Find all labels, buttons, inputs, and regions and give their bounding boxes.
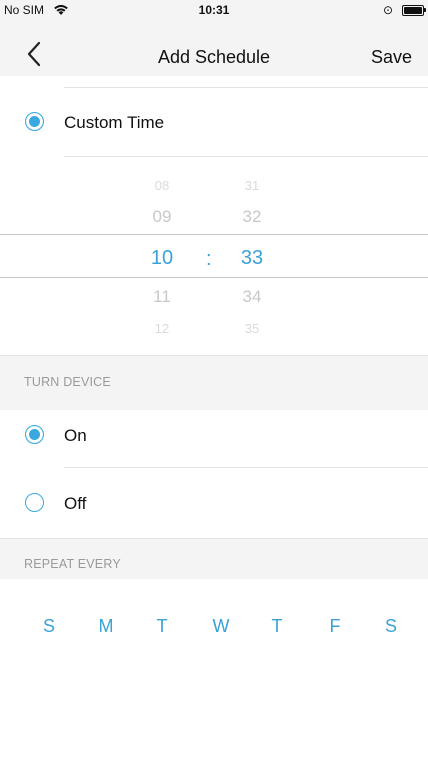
day-wednesday[interactable]: W [206, 616, 236, 637]
picker-selection-top-line [0, 234, 428, 235]
battery-icon [402, 5, 426, 16]
repeat-section-header: REPEAT EVERY [0, 539, 428, 579]
hour-option[interactable]: 08 [132, 178, 192, 193]
day-friday[interactable]: F [320, 616, 350, 637]
hour-option[interactable]: 11 [132, 287, 192, 307]
divider [64, 156, 428, 157]
day-thursday[interactable]: T [262, 616, 292, 637]
day-sunday[interactable]: S [34, 616, 64, 637]
save-button[interactable]: Save [371, 47, 412, 68]
minute-option[interactable]: 31 [222, 178, 282, 193]
turn-device-section-header: TURN DEVICE [0, 356, 428, 410]
turn-device-header-label: TURN DEVICE [24, 375, 111, 389]
on-radio[interactable] [25, 425, 44, 444]
picker-selection-bottom-line [0, 277, 428, 278]
custom-time-label: Custom Time [64, 113, 165, 132]
day-tuesday[interactable]: T [147, 616, 177, 637]
minute-option[interactable]: 34 [222, 287, 282, 307]
time-picker[interactable]: 08 09 10 11 12 31 32 33 34 35 [0, 160, 428, 352]
time-separator: : [206, 248, 212, 270]
hour-selected[interactable]: 10 [132, 247, 192, 270]
on-label: On [64, 426, 87, 445]
custom-time-radio[interactable] [25, 112, 44, 131]
off-radio[interactable] [25, 493, 44, 512]
minute-selected[interactable]: 33 [222, 247, 282, 270]
minute-option[interactable]: 32 [222, 207, 282, 227]
alarm-icon: ⊙ [383, 3, 394, 17]
day-monday[interactable]: M [91, 616, 121, 637]
repeat-header-label: REPEAT EVERY [24, 557, 121, 571]
day-selector: S M T W T F S [0, 612, 428, 642]
status-time: 10:31 [198, 3, 230, 17]
page-title: Add Schedule [157, 47, 271, 67]
option-on-row[interactable]: On [0, 412, 428, 466]
divider [64, 467, 428, 468]
option-off-row[interactable]: Off [0, 478, 428, 532]
divider [64, 87, 428, 88]
hour-option[interactable]: 09 [132, 207, 192, 227]
off-label: Off [64, 494, 87, 513]
day-saturday[interactable]: S [376, 616, 406, 637]
status-bar: No SIM 10:31 ⊙ [0, 0, 428, 20]
minute-option[interactable]: 35 [222, 321, 282, 336]
hour-option[interactable]: 12 [132, 321, 192, 336]
custom-time-row[interactable]: Custom Time [0, 100, 428, 146]
nav-bar: Add Schedule Save [0, 20, 428, 76]
